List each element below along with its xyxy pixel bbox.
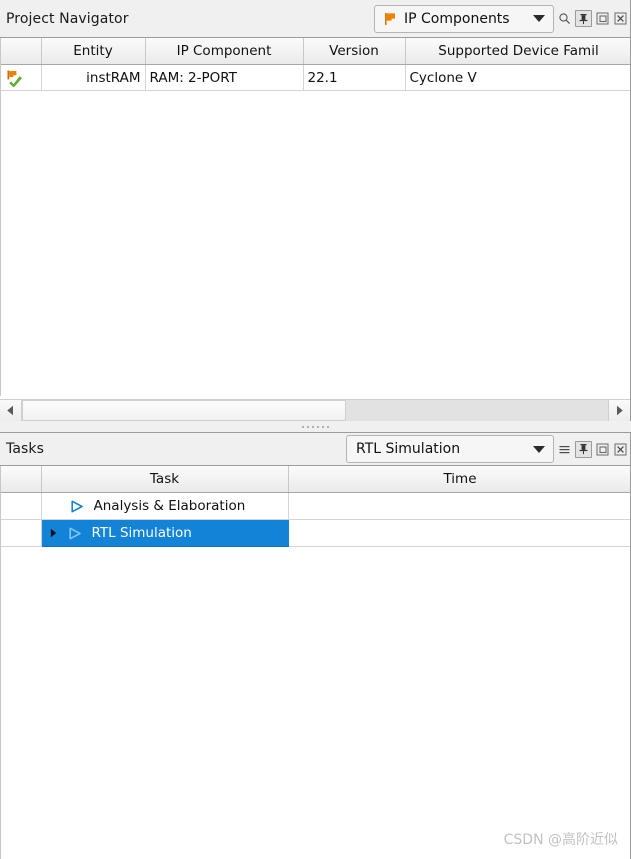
ip-components-table-container: Entity IP Component Version Supported De…: [0, 38, 630, 396]
cell-device-family: Cyclone V: [405, 64, 630, 91]
task-label: Analysis & Elaboration: [93, 498, 246, 514]
flag-icon: [384, 12, 397, 26]
task-label: RTL Simulation: [91, 525, 192, 541]
tasks-title: Tasks: [6, 441, 45, 457]
expand-triangle-icon[interactable]: [48, 528, 60, 538]
column-header-task[interactable]: Task: [41, 466, 289, 493]
project-navigator-panel: Project Navigator IP Components Entity I…: [0, 0, 631, 421]
tasks-table: Task Time Analysis & Elaboration RTL Sim…: [1, 466, 630, 547]
watermark-text: CSDN @高阶近似: [503, 832, 618, 848]
project-navigator-title: Project Navigator: [6, 10, 129, 27]
column-header-task-status[interactable]: [1, 466, 42, 493]
scroll-right-icon[interactable]: [608, 400, 630, 421]
row-status-cell: [1, 64, 42, 91]
project-navigator-horizontal-scrollbar[interactable]: [0, 399, 630, 421]
menu-icon[interactable]: [557, 442, 572, 457]
chevron-down-icon: [533, 15, 545, 22]
task-gutter-cell: [1, 519, 42, 547]
cell-version: 22.1: [303, 64, 406, 91]
tasks-table-container: Task Time Analysis & Elaboration RTL Sim…: [0, 466, 630, 859]
project-navigator-view-selector[interactable]: IP Components: [374, 4, 554, 33]
project-navigator-titlebar-controls: IP Components: [374, 0, 628, 37]
ip-components-header-row: Entity IP Component Version Supported De…: [1, 38, 630, 65]
table-row[interactable]: instRAM RAM: 2-PORT 22.1 Cyclone V: [1, 64, 630, 91]
horizontal-scroll-track[interactable]: [22, 400, 608, 421]
task-time-cell: [288, 492, 630, 520]
run-task-icon[interactable]: [68, 527, 84, 540]
column-header-version[interactable]: Version: [303, 38, 406, 65]
task-gutter-cell: [1, 492, 42, 520]
project-navigator-view-value: IP Components: [404, 10, 510, 27]
restore-icon[interactable]: [595, 442, 610, 457]
task-cell-rtl-simulation[interactable]: RTL Simulation: [41, 519, 289, 547]
column-header-ip-component[interactable]: IP Component: [145, 38, 304, 65]
splitter-grip-icon: [302, 425, 329, 428]
column-header-time[interactable]: Time: [288, 466, 630, 493]
chevron-down-icon: [533, 445, 545, 453]
task-time-cell: [288, 519, 630, 547]
close-icon[interactable]: [613, 11, 628, 26]
tasks-header-row: Task Time: [1, 466, 630, 493]
close-icon[interactable]: [613, 442, 628, 457]
horizontal-scroll-thumb[interactable]: [22, 400, 346, 421]
scroll-left-icon[interactable]: [0, 400, 22, 421]
pin-icon[interactable]: [575, 440, 592, 458]
pin-icon[interactable]: [575, 10, 592, 27]
tasks-titlebar-controls: RTL Simulation: [346, 433, 628, 465]
search-icon[interactable]: [557, 11, 572, 26]
cell-ip-component: RAM: 2-PORT: [145, 64, 304, 91]
tasks-titlebar: Tasks RTL Simulation: [0, 433, 630, 466]
table-row[interactable]: Analysis & Elaboration: [1, 492, 630, 520]
panel-splitter[interactable]: [0, 421, 631, 432]
tasks-flow-selector[interactable]: RTL Simulation: [346, 435, 554, 463]
ip-components-table: Entity IP Component Version Supported De…: [1, 38, 630, 91]
cell-entity: instRAM: [41, 64, 146, 91]
column-header-supported-device-family[interactable]: Supported Device Famil: [405, 38, 630, 65]
run-task-icon[interactable]: [70, 500, 86, 513]
column-header-status[interactable]: [1, 38, 42, 65]
column-header-entity[interactable]: Entity: [41, 38, 146, 65]
tasks-panel: Tasks RTL Simulation Task Time Analysis …: [0, 432, 631, 859]
tasks-flow-value: RTL Simulation: [356, 441, 461, 457]
restore-icon[interactable]: [595, 11, 610, 26]
project-navigator-titlebar: Project Navigator IP Components: [0, 0, 630, 38]
table-row[interactable]: RTL Simulation: [1, 519, 630, 547]
task-cell-analysis-elaboration[interactable]: Analysis & Elaboration: [41, 492, 289, 520]
